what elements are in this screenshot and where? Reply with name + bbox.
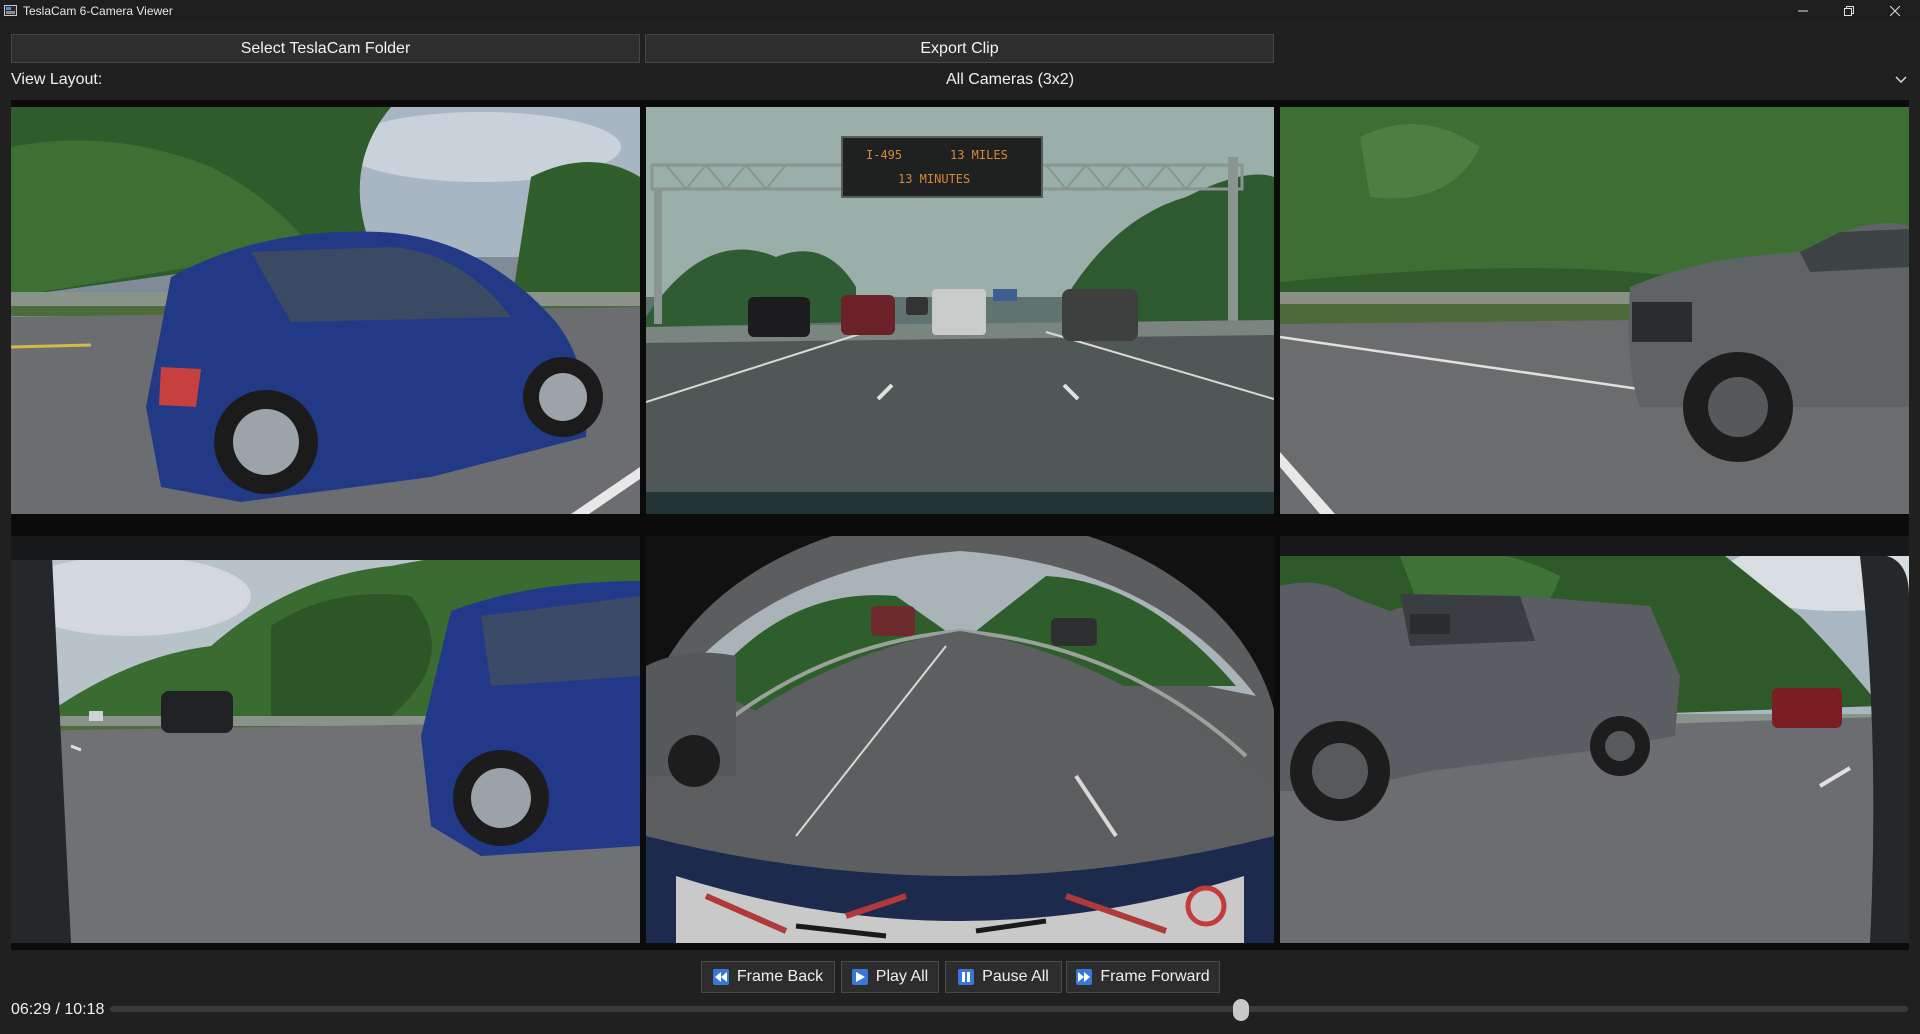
view-layout-dropdown[interactable]: All Cameras (3x2) <box>111 69 1909 93</box>
frame-forward-label: Frame Forward <box>1100 968 1210 985</box>
camera-left-repeater[interactable] <box>11 107 640 514</box>
window-title: TeslaCam 6-Camera Viewer <box>23 4 173 18</box>
camera-left-pillar[interactable] <box>11 536 640 943</box>
camera-front[interactable]: I-495 13 MILES 13 MINUTES <box>646 107 1274 514</box>
select-folder-button[interactable]: Select TeslaCam Folder <box>11 34 640 63</box>
sign-route-text: I-495 <box>866 148 902 162</box>
export-clip-button[interactable]: Export Clip <box>645 34 1274 63</box>
sign-minutes-text: 13 MINUTES <box>898 172 970 186</box>
title-bar: TeslaCam 6-Camera Viewer <box>0 0 1920 22</box>
restore-icon[interactable] <box>1826 0 1872 22</box>
play-icon <box>851 969 868 985</box>
fast-forward-icon <box>1076 969 1093 985</box>
camera-grid: I-495 13 MILES 13 MINUTES <box>11 100 1909 950</box>
sign-miles-text: 13 MILES <box>950 148 1008 162</box>
seek-slider-handle[interactable] <box>1232 999 1249 1021</box>
frame-forward-button[interactable]: Frame Forward <box>1066 961 1220 993</box>
frame-back-button[interactable]: Frame Back <box>701 961 835 993</box>
minimize-icon[interactable] <box>1780 0 1826 22</box>
seek-slider-track[interactable] <box>110 1006 1908 1012</box>
pause-all-button[interactable]: Pause All <box>945 961 1062 993</box>
play-all-button[interactable]: Play All <box>841 961 939 993</box>
camera-rear[interactable] <box>646 536 1274 943</box>
pause-all-label: Pause All <box>982 968 1049 985</box>
app-icon <box>4 5 17 16</box>
close-icon[interactable] <box>1872 0 1918 22</box>
pause-icon <box>958 969 975 985</box>
play-all-label: Play All <box>875 968 929 985</box>
frame-back-label: Frame Back <box>736 968 824 985</box>
chevron-down-icon <box>1895 76 1907 83</box>
view-layout-value: All Cameras (3x2) <box>945 71 1075 88</box>
rewind-icon <box>712 969 729 985</box>
playback-time: 06:29 / 10:18 <box>11 1001 105 1018</box>
camera-right-repeater[interactable] <box>1280 107 1909 514</box>
camera-right-pillar[interactable] <box>1280 536 1909 943</box>
view-layout-label: View Layout: <box>11 71 103 88</box>
